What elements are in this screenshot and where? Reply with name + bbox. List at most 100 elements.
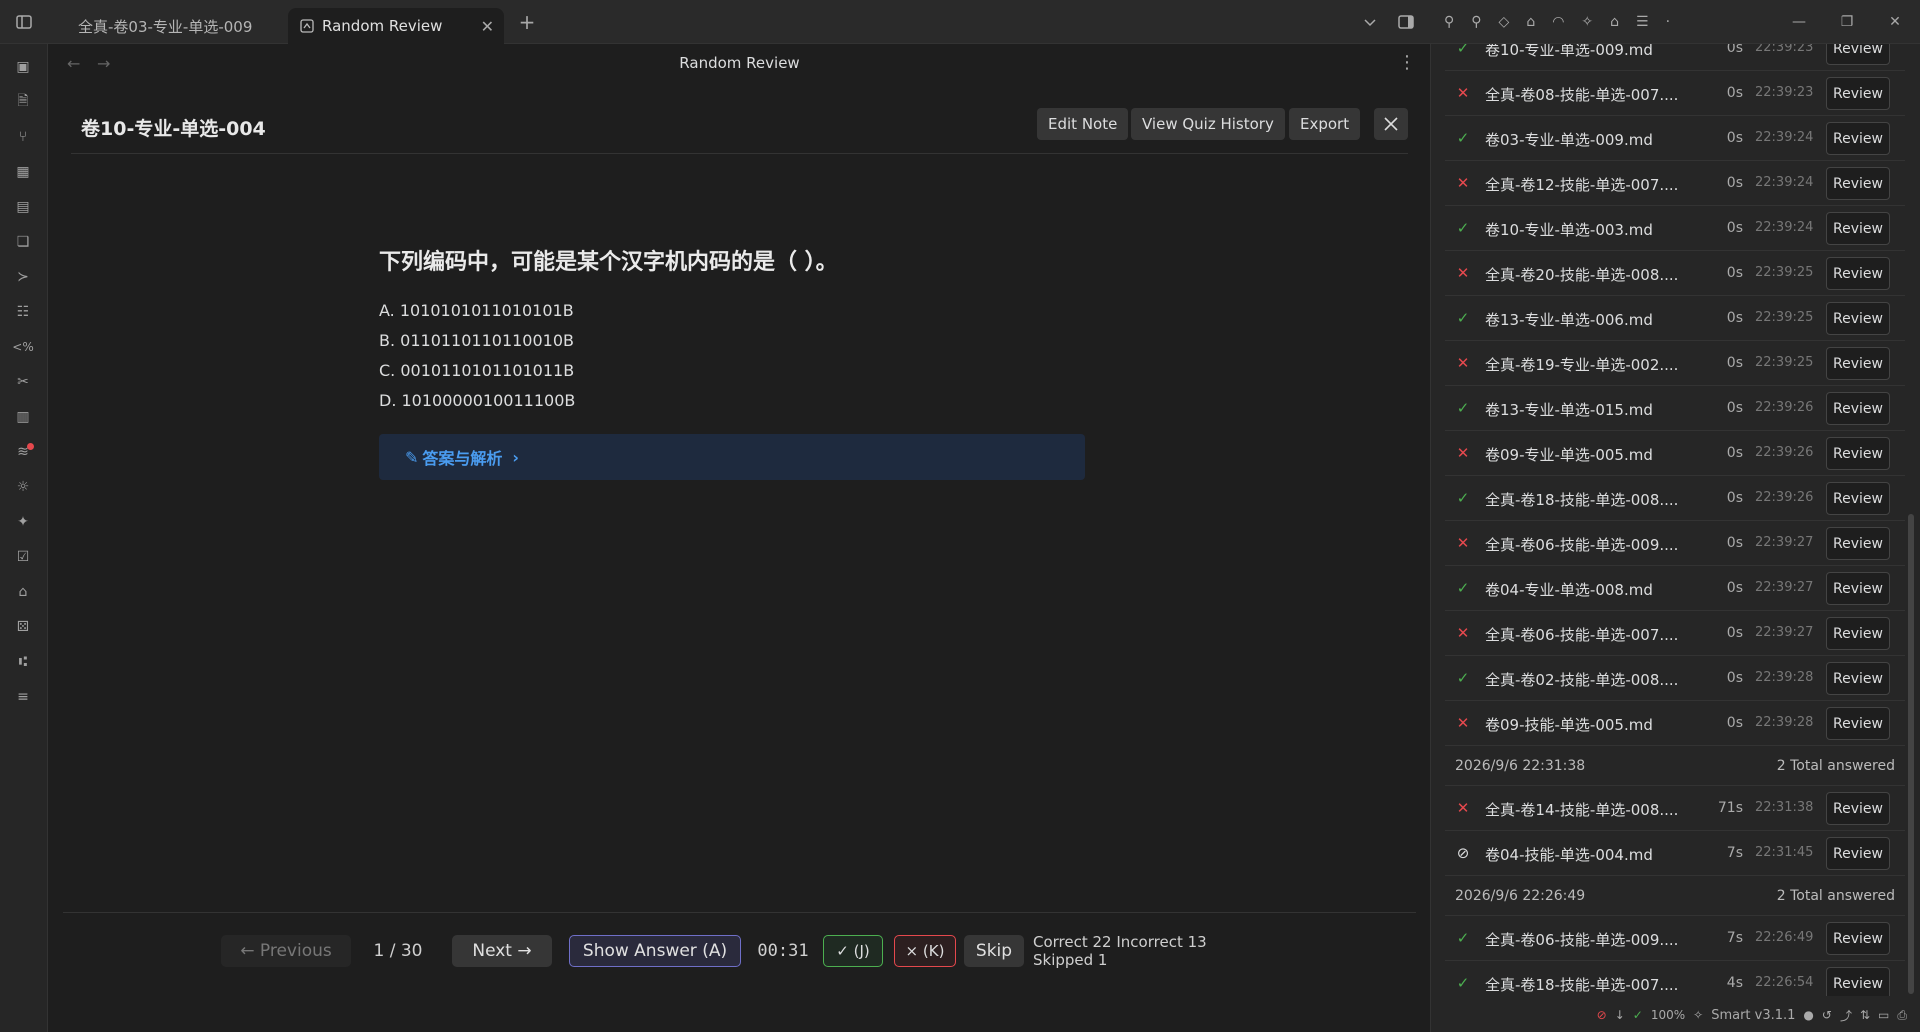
question-name[interactable]: 全真-卷12-技能-单选-007.... <box>1485 174 1678 195</box>
more-options-icon[interactable]: ⋮ <box>1398 52 1416 73</box>
history-icon[interactable]: ↺ <box>1822 1008 1832 1022</box>
bell-icon[interactable]: ⌂ <box>1526 14 1535 30</box>
question-name[interactable]: 卷09-专业-单选-005.md <box>1485 444 1653 465</box>
grid-icon[interactable]: ▦ <box>12 161 34 183</box>
bell-icon[interactable]: ⌂ <box>1610 14 1619 30</box>
question-name[interactable]: 卷04-技能-单选-004.md <box>1485 844 1653 865</box>
question-name[interactable]: 卷10-专业-单选-009.md <box>1485 44 1653 60</box>
question-name[interactable]: 全真-卷19-专业-单选-002.... <box>1485 354 1678 375</box>
previous-button[interactable]: ← Previous <box>221 935 351 967</box>
view-quiz-history-button[interactable]: View Quiz History <box>1131 108 1285 140</box>
minimize-icon[interactable]: — <box>1787 10 1811 34</box>
review-button[interactable]: Review <box>1826 617 1890 650</box>
tab-note[interactable]: 全真-卷03-专业-单选-009 <box>66 8 284 44</box>
question-name[interactable]: 卷04-专业-单选-008.md <box>1485 579 1653 600</box>
question-name[interactable]: 全真-卷06-技能-单选-009.... <box>1485 534 1678 555</box>
mark-correct-button[interactable]: ✓ (J) <box>823 935 883 967</box>
robot-icon[interactable]: ⌂ <box>12 581 34 603</box>
review-button[interactable]: Review <box>1826 967 1890 996</box>
branch-icon[interactable]: ⑂ <box>12 126 34 148</box>
question-name[interactable]: 全真-卷14-技能-单选-008.... <box>1485 799 1678 820</box>
review-button[interactable]: Review <box>1826 707 1890 740</box>
sparkle-icon[interactable]: ✧ <box>1581 14 1593 30</box>
review-button[interactable]: Review <box>1826 837 1890 870</box>
restore-icon[interactable]: ❐ <box>1835 10 1859 34</box>
dice-icon[interactable]: ⚄ <box>12 616 34 638</box>
plugin-icon[interactable]: ⚲ <box>1471 14 1481 30</box>
print-icon[interactable]: ⎙ <box>1897 1008 1907 1023</box>
lightbulb-icon[interactable]: ☼ <box>12 476 34 498</box>
table-icon[interactable]: ▥ <box>12 406 34 428</box>
review-button[interactable]: Review <box>1826 122 1890 155</box>
review-button[interactable]: Review <box>1826 167 1890 200</box>
archive-icon[interactable]: ▭ <box>1878 1008 1889 1022</box>
option-c[interactable]: C. 0010110101101011B <box>379 356 1099 386</box>
tab-close-icon[interactable]: ✕ <box>481 17 494 36</box>
review-button[interactable]: Review <box>1826 257 1890 290</box>
file-icon[interactable]: 🗎 <box>12 91 34 113</box>
review-button[interactable]: Review <box>1826 347 1890 380</box>
review-button[interactable]: Review <box>1826 77 1890 110</box>
option-a[interactable]: A. 1010101011010101B <box>379 296 1099 326</box>
close-window-icon[interactable]: ✕ <box>1883 10 1907 34</box>
mark-incorrect-button[interactable]: × (K) <box>894 935 956 967</box>
question-name[interactable]: 全真-卷06-技能-单选-007.... <box>1485 624 1678 645</box>
plugin-icon[interactable]: ⚲ <box>1444 14 1454 30</box>
plugin-version[interactable]: Smart v3.1.1 <box>1711 1008 1795 1023</box>
share-icon[interactable]: ⤴ <box>1840 1007 1852 1024</box>
question-name[interactable]: 卷03-专业-单选-009.md <box>1485 129 1653 150</box>
export-button[interactable]: Export <box>1289 108 1361 140</box>
question-name[interactable]: 卷10-专业-单选-003.md <box>1485 219 1653 240</box>
graph-icon[interactable]: ▣ <box>12 56 34 78</box>
question-name[interactable]: 全真-卷20-技能-单选-008.... <box>1485 264 1678 285</box>
review-button[interactable]: Review <box>1826 392 1890 425</box>
review-button[interactable]: Review <box>1826 922 1890 955</box>
node-icon[interactable]: ⑆ <box>12 651 34 673</box>
show-answer-button[interactable]: Show Answer (A) <box>569 935 741 967</box>
sparkles-icon[interactable]: ✦ <box>12 511 34 533</box>
checklist-icon[interactable]: ☑ <box>12 546 34 568</box>
copy-icon[interactable]: ❏ <box>12 231 34 253</box>
sidebar-toggle-icon[interactable] <box>12 10 36 34</box>
review-button[interactable]: Review <box>1826 44 1890 65</box>
terminal-icon[interactable]: ≻ <box>12 266 34 288</box>
scrollbar[interactable] <box>1908 514 1914 994</box>
option-b[interactable]: B. 0110110110110010B <box>379 326 1099 356</box>
review-button[interactable]: Review <box>1826 482 1890 515</box>
review-button[interactable]: Review <box>1826 527 1890 560</box>
review-button[interactable]: Review <box>1826 212 1890 245</box>
question-name[interactable]: 全真-卷02-技能-单选-008.... <box>1485 669 1678 690</box>
close-note-button[interactable] <box>1374 108 1408 140</box>
sort-icon[interactable]: ⇅ <box>1860 1008 1870 1022</box>
right-sidebar-toggle-icon[interactable] <box>1394 10 1418 34</box>
answer-explanation-toggle[interactable]: ✎ 答案与解析 › <box>379 434 1085 480</box>
question-name[interactable]: 全真-卷18-技能-单选-007.... <box>1485 974 1678 995</box>
review-button[interactable]: Review <box>1826 662 1890 695</box>
option-d[interactable]: D. 1010000010011100B <box>379 386 1099 416</box>
code-icon[interactable]: <% <box>12 336 34 358</box>
question-name[interactable]: 卷13-专业-单选-015.md <box>1485 399 1653 420</box>
tab-random-review[interactable]: Random Review ✕ <box>288 8 504 44</box>
calendar-icon[interactable]: ▤ <box>12 196 34 218</box>
tag-icon[interactable]: ◇ <box>1499 14 1510 30</box>
review-button[interactable]: Review <box>1826 572 1890 605</box>
edit-note-button[interactable]: Edit Note <box>1037 108 1129 140</box>
question-name[interactable]: 全真-卷06-技能-单选-009.... <box>1485 929 1678 950</box>
review-button[interactable]: Review <box>1826 302 1890 335</box>
question-name[interactable]: 卷13-专业-单选-006.md <box>1485 309 1653 330</box>
new-tab-icon[interactable]: + <box>515 10 539 34</box>
next-button[interactable]: Next → <box>452 935 552 967</box>
download-icon[interactable]: ↓ <box>1615 1008 1625 1022</box>
wifi-icon[interactable]: ≋ <box>12 441 34 463</box>
sync-off-icon[interactable]: ⊘ <box>1597 1008 1607 1022</box>
skip-button[interactable]: Skip <box>964 935 1024 967</box>
zoom-level[interactable]: 100% <box>1651 1008 1685 1022</box>
chevron-down-icon[interactable] <box>1358 10 1382 34</box>
review-button[interactable]: Review <box>1826 792 1890 825</box>
filter-icon[interactable]: ≡ <box>12 686 34 708</box>
question-name[interactable]: 卷09-技能-单选-005.md <box>1485 714 1653 735</box>
list-icon[interactable]: ☰ <box>1636 14 1649 30</box>
gauge-icon[interactable]: ◠ <box>1552 14 1564 30</box>
question-name[interactable]: 全真-卷18-技能-单选-008.... <box>1485 489 1678 510</box>
question-name[interactable]: 全真-卷08-技能-单选-007.... <box>1485 84 1678 105</box>
